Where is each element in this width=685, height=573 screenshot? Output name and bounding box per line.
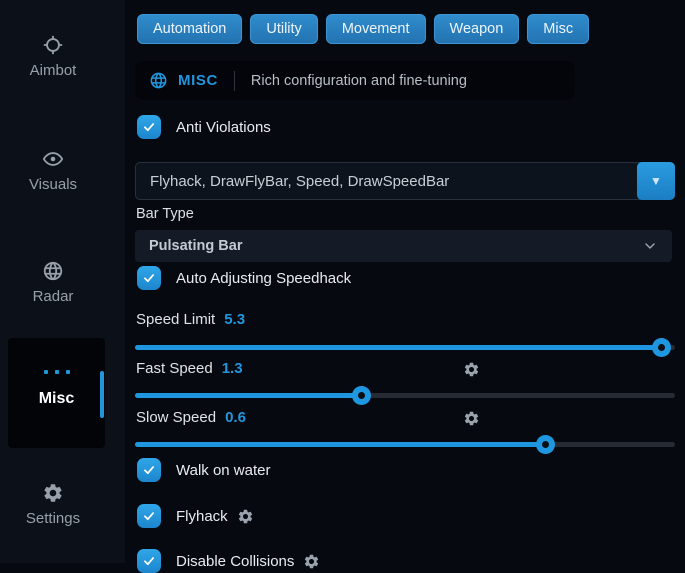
section-subtitle: Rich configuration and fine-tuning (251, 73, 467, 89)
section-header: MISC Rich configuration and fine-tuning (135, 61, 575, 100)
bar-type-value: Pulsating Bar (149, 238, 642, 254)
flyhack-row: Flyhack (137, 504, 254, 528)
slow-speed-value: 0.6 (225, 409, 246, 426)
divider (234, 71, 235, 91)
tab-misc[interactable]: Misc (527, 14, 589, 44)
slow-speed-label: Slow Speed (136, 409, 216, 426)
check-icon (142, 463, 156, 477)
auto-adjusting-label: Auto Adjusting Speedhack (176, 270, 351, 287)
disable-collisions-gear-icon[interactable] (303, 553, 320, 570)
walk-on-water-checkbox[interactable] (137, 458, 161, 482)
fast-speed-slider[interactable] (135, 386, 675, 405)
auto-adjusting-row: Auto Adjusting Speedhack (137, 266, 351, 290)
slider-fill (135, 345, 662, 350)
category-tabs: Automation Utility Movement Weapon Misc (137, 14, 589, 44)
speed-limit-value: 5.3 (224, 311, 245, 328)
anti-violations-label: Anti Violations (176, 119, 271, 136)
check-icon (142, 554, 156, 568)
flyhack-checkbox[interactable] (137, 504, 161, 528)
check-icon (142, 509, 156, 523)
bars-multiselect-open-button[interactable]: ▼ (637, 162, 675, 200)
triangle-down-icon: ▼ (650, 174, 662, 188)
chevron-down-icon (642, 238, 658, 254)
disable-collisions-checkbox[interactable] (137, 549, 161, 573)
flyhack-label: Flyhack (176, 508, 228, 525)
walk-on-water-label: Walk on water (176, 462, 270, 479)
bar-type-select[interactable]: Pulsating Bar (135, 230, 672, 262)
bars-multiselect-value: Flyhack, DrawFlyBar, Speed, DrawSpeedBar (150, 173, 449, 190)
active-indicator (100, 371, 104, 418)
flyhack-gear-icon[interactable] (237, 508, 254, 525)
sidebar-item-aimbot[interactable]: Aimbot (0, 34, 106, 79)
sidebar-item-label: Visuals (0, 176, 106, 193)
slow-speed-gear-icon[interactable] (463, 410, 480, 427)
gear-icon (42, 482, 64, 504)
walk-on-water-row: Walk on water (137, 458, 270, 482)
sidebar-item-label: Settings (0, 510, 106, 527)
check-icon (142, 271, 156, 285)
tab-weapon[interactable]: Weapon (434, 14, 520, 44)
check-icon (142, 120, 156, 134)
sidebar-item-visuals[interactable]: Visuals (0, 148, 106, 193)
disable-collisions-row: Disable Collisions (137, 549, 320, 573)
sidebar-item-label: Aimbot (0, 62, 106, 79)
bar-type-label: Bar Type (136, 206, 194, 222)
crosshair-icon (42, 34, 64, 56)
main-panel: Automation Utility Movement Weapon Misc … (125, 0, 685, 563)
tab-automation[interactable]: Automation (137, 14, 242, 44)
eye-icon (42, 148, 64, 170)
sidebar-item-settings[interactable]: Settings (0, 482, 106, 527)
sidebar: Aimbot Visuals Radar Misc Settings (0, 0, 125, 563)
slider-thumb[interactable] (652, 338, 671, 357)
anti-violations-checkbox[interactable] (137, 115, 161, 139)
slider-thumb[interactable] (536, 435, 555, 454)
speed-limit-label: Speed Limit (136, 311, 215, 328)
tab-movement[interactable]: Movement (326, 14, 426, 44)
globe-icon (149, 71, 168, 90)
speed-limit-slider[interactable] (135, 338, 675, 357)
fast-speed-gear-icon[interactable] (463, 361, 480, 378)
bars-multiselect[interactable]: Flyhack, DrawFlyBar, Speed, DrawSpeedBar… (135, 162, 675, 200)
slider-fill (135, 442, 545, 447)
fast-speed-label-row: Fast Speed 1.3 (136, 360, 243, 377)
tab-utility[interactable]: Utility (250, 14, 317, 44)
section-title: MISC (178, 72, 218, 89)
slider-thumb[interactable] (352, 386, 371, 405)
sidebar-item-misc[interactable]: Misc (8, 338, 105, 448)
auto-adjusting-checkbox[interactable] (137, 266, 161, 290)
slow-speed-slider[interactable] (135, 435, 675, 454)
anti-violations-row: Anti Violations (137, 115, 271, 139)
speed-limit-label-row: Speed Limit 5.3 (136, 311, 245, 328)
disable-collisions-label: Disable Collisions (176, 553, 294, 570)
fast-speed-value: 1.3 (222, 360, 243, 377)
fast-speed-label: Fast Speed (136, 360, 213, 377)
slider-fill (135, 393, 362, 398)
sidebar-item-radar[interactable]: Radar (0, 260, 106, 305)
sidebar-item-label: Radar (0, 288, 106, 305)
ellipsis-icon (43, 368, 71, 376)
sidebar-item-label: Misc (8, 390, 105, 408)
globe-icon (42, 260, 64, 282)
slow-speed-label-row: Slow Speed 0.6 (136, 409, 246, 426)
